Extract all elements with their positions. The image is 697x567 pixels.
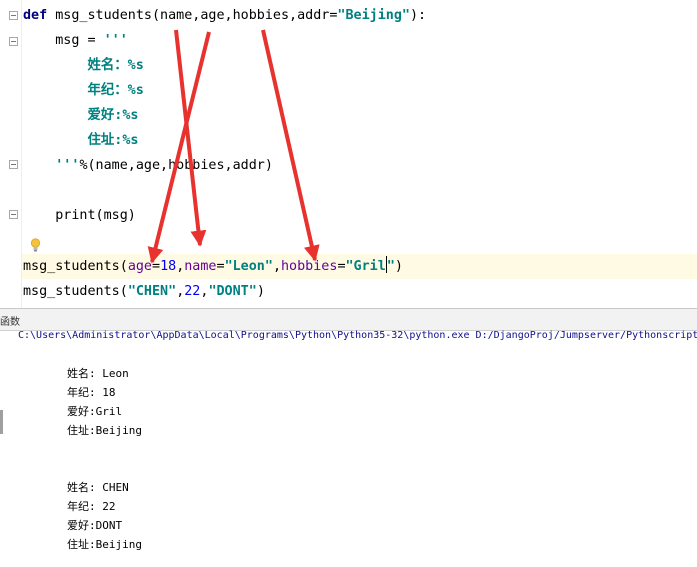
run-command: C:\Users\Administrator\AppData\Local\Pro… — [18, 330, 697, 341]
annotation-arrows — [147, 29, 320, 264]
run-panel-header: 函数 — [0, 309, 697, 331]
output-line: 住址:Beijing — [67, 424, 142, 437]
output-line: 姓名: CHEN — [67, 481, 129, 494]
code-editor[interactable]: def msg_students(name,age,hobbies,addr="… — [0, 0, 697, 308]
output-line: 年纪: 18 — [67, 386, 116, 399]
output-line: 年纪: 22 — [67, 500, 116, 513]
run-tab[interactable]: 函数 — [0, 313, 20, 328]
output-line: 姓名: Leon — [67, 367, 129, 380]
arrow-name-to-name-kwarg — [174, 29, 207, 247]
output-line: 爱好:DONT — [67, 519, 123, 532]
arrow-hobbies-to-hobbies-kwarg — [261, 29, 320, 262]
output-line: 住址:Beijing — [67, 538, 142, 551]
console-scroll-marker[interactable] — [0, 410, 3, 434]
output-line: 爱好:Gril — [67, 405, 123, 418]
